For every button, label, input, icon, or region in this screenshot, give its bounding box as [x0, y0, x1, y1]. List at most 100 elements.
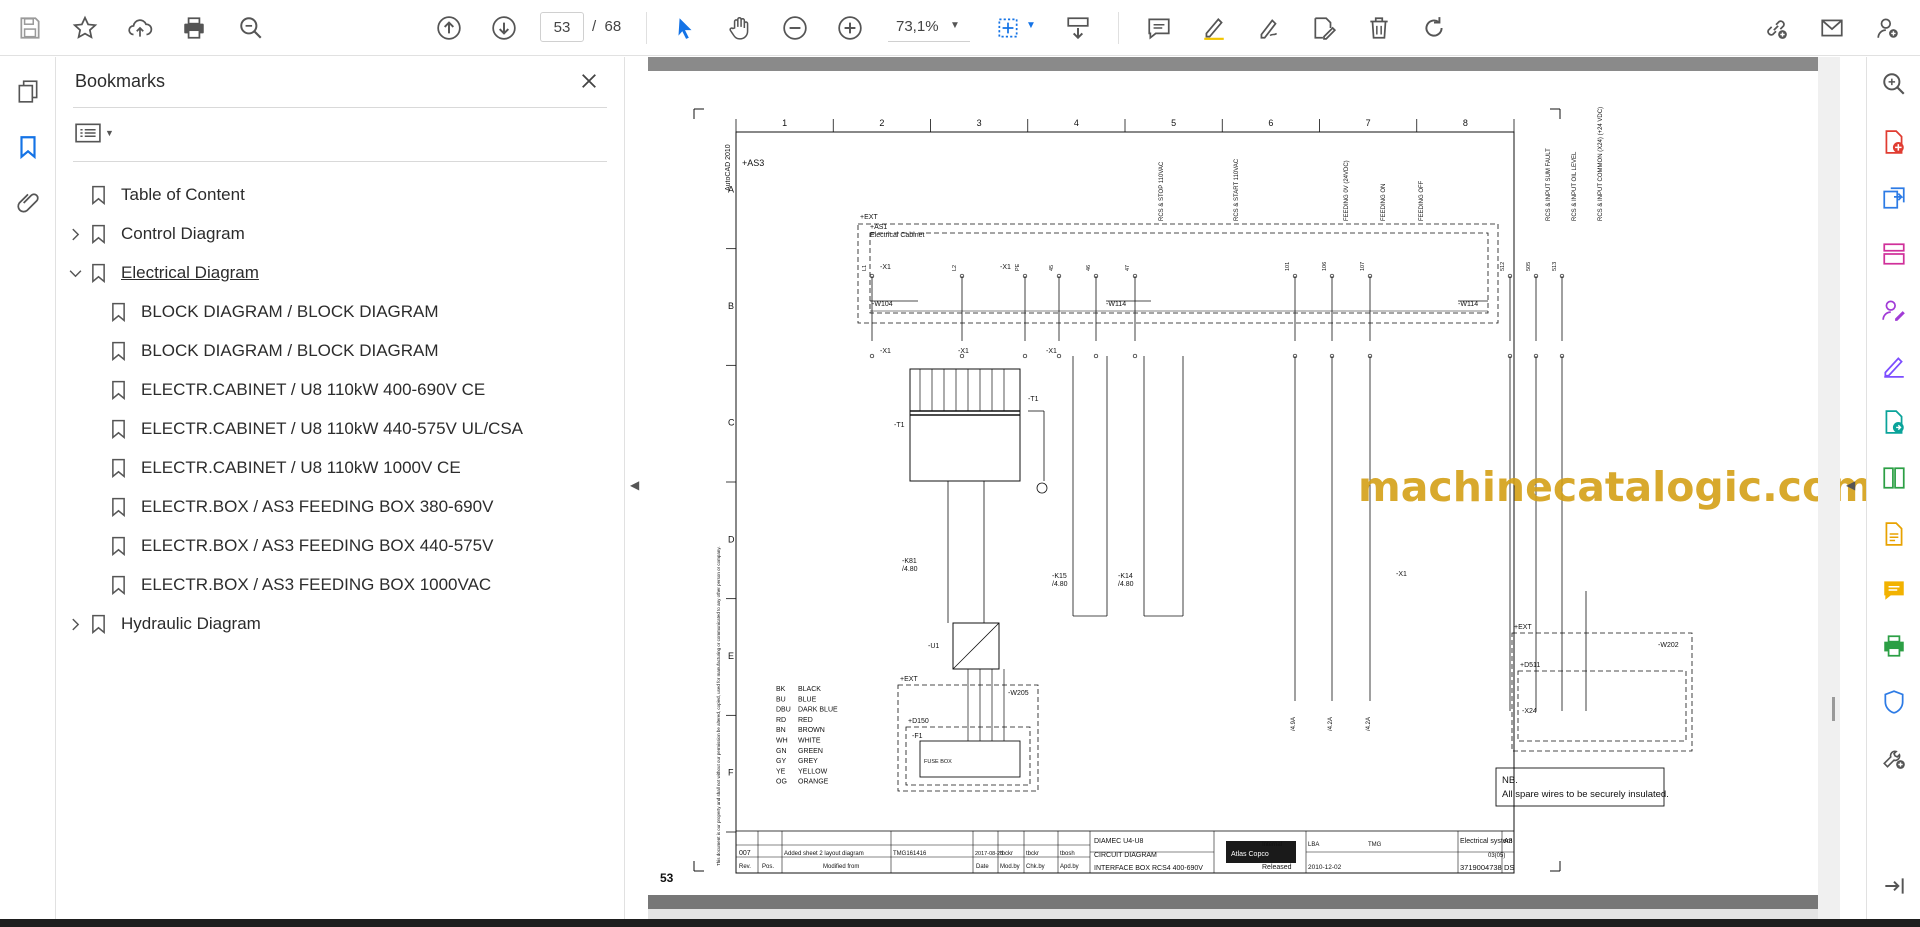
prev-page-icon[interactable]	[431, 10, 467, 46]
legend-code: YE	[776, 768, 786, 775]
rotate-icon[interactable]	[1416, 10, 1452, 46]
column-number: 1	[782, 118, 787, 128]
schematic-text: +EXT	[900, 676, 918, 683]
bookmark-item[interactable]: Table of Content	[65, 179, 245, 211]
collapse-left-panel-icon[interactable]: ◀	[630, 478, 639, 492]
bookmark-label: ELECTR.BOX / AS3 FEEDING BOX 440-575V	[141, 536, 494, 555]
search-zoom-icon[interactable]	[1879, 69, 1909, 99]
schematic-text: +D511	[1520, 662, 1540, 669]
attachments-icon[interactable]	[12, 187, 44, 219]
schematic-text: -K14	[1118, 573, 1133, 580]
upload-cloud-icon[interactable]	[122, 10, 158, 46]
bookmark-item[interactable]: ELECTR.CABINET / U8 110kW 440-575V UL/CS…	[85, 413, 523, 445]
star-icon[interactable]	[67, 10, 103, 46]
chevron-down-icon[interactable]	[65, 269, 85, 278]
legend-name: BLACK	[798, 686, 821, 693]
bookmark-panel-icon[interactable]	[12, 131, 44, 163]
schematic-text: INTERFACE BOX RCS4 400-690V	[1094, 865, 1203, 872]
scrollbar-thumb[interactable]	[1832, 697, 1835, 721]
schematic-text: -W205	[1008, 690, 1029, 697]
comment-icon[interactable]	[1141, 10, 1177, 46]
hand-tool-icon[interactable]	[722, 10, 758, 46]
fit-page-icon[interactable]	[990, 10, 1026, 46]
compare-files-icon[interactable]	[1879, 463, 1909, 493]
schematic-text: Internal	[1262, 842, 1282, 848]
terminal	[1056, 353, 1062, 359]
fit-chevron-icon[interactable]: ▼	[1026, 20, 1036, 31]
page-thumbnails-icon[interactable]	[12, 75, 44, 107]
edit-text-icon[interactable]	[1306, 10, 1342, 46]
bookmark-label: Table of Content	[121, 185, 245, 204]
pdf-page: 1 2 3 4 5 6 7 8 A B C D E F AutoCAD 2010 +AS3 +EXT +AS1 El…	[648, 71, 1873, 909]
save-icon[interactable]	[12, 10, 48, 46]
vertical-scrollbar[interactable]	[1818, 57, 1840, 919]
cabinet-inner-box	[869, 232, 1489, 314]
zoom-search-icon[interactable]	[233, 10, 269, 46]
bookmark-item[interactable]: Hydraulic Diagram	[65, 608, 261, 640]
bookmark-icon	[105, 497, 131, 517]
add-comment-icon[interactable]	[1879, 575, 1909, 605]
bookmark-item[interactable]: BLOCK DIAGRAM / BLOCK DIAGRAM	[85, 335, 439, 367]
bookmark-icon	[105, 341, 131, 361]
user-account-icon[interactable]	[1870, 10, 1906, 46]
list-options-icon	[75, 123, 101, 143]
more-tools-icon[interactable]	[1879, 743, 1909, 773]
legend-name: WHITE	[798, 738, 821, 745]
watermark-text: machinecatalogic.com	[1358, 463, 1873, 511]
chevron-right-icon[interactable]	[65, 228, 85, 241]
bookmark-item[interactable]: ELECTR.BOX / AS3 FEEDING BOX 380-690V	[85, 491, 493, 523]
chevron-down-icon[interactable]: ▼	[950, 20, 960, 31]
request-signature-icon[interactable]	[1879, 295, 1909, 325]
zoom-out-icon[interactable]	[777, 10, 813, 46]
bookmark-item[interactable]: ELECTR.BOX / AS3 FEEDING BOX 1000VAC	[85, 569, 491, 601]
bookmark-item[interactable]: BLOCK DIAGRAM / BLOCK DIAGRAM	[85, 296, 439, 328]
fill-sign-icon[interactable]	[1879, 351, 1909, 381]
scroll-mode-icon[interactable]	[1060, 10, 1096, 46]
legend-name: GREEN	[798, 748, 823, 755]
print-icon[interactable]	[176, 10, 212, 46]
print-production-icon[interactable]	[1879, 631, 1909, 661]
expand-panel-icon[interactable]	[1879, 871, 1909, 901]
send-for-review-icon[interactable]	[1879, 407, 1909, 437]
export-pdf-icon[interactable]	[1879, 183, 1909, 213]
bookmark-label: ELECTR.CABINET / U8 110kW 1000V CE	[141, 458, 461, 477]
schematic-text: Date	[976, 864, 989, 870]
select-cursor-icon[interactable]	[667, 10, 703, 46]
page-number-input[interactable]: 53	[540, 12, 584, 42]
schematic-text: A3	[1504, 838, 1513, 845]
bookmark-item[interactable]: Control Diagram	[65, 218, 245, 250]
highlight-icon[interactable]	[1196, 10, 1232, 46]
schematic-text: tbosh	[1060, 851, 1075, 857]
collapse-right-panel-icon[interactable]: ◀	[1846, 478, 1855, 492]
row-letter: C	[728, 418, 735, 428]
software-label: AutoCAD 2010	[725, 144, 732, 191]
next-page-icon[interactable]	[486, 10, 522, 46]
chevron-right-icon[interactable]	[65, 618, 85, 631]
left-nav-rail	[0, 57, 56, 919]
schematic-text: 2017-08-23	[975, 851, 1003, 857]
draw-pen-icon[interactable]	[1251, 10, 1287, 46]
taskbar-strip	[0, 919, 1920, 927]
document-viewer[interactable]: 1 2 3 4 5 6 7 8 A B C D E F AutoCAD 2010 +AS3 +EXT +AS1 El…	[648, 57, 1873, 919]
edit-pdf-icon[interactable]	[1879, 519, 1909, 549]
protect-shield-icon[interactable]	[1879, 687, 1909, 717]
schematic-text: Mod.by	[1000, 864, 1020, 870]
organize-pages-icon[interactable]	[1879, 239, 1909, 269]
bookmark-item[interactable]: Electrical Diagram	[65, 257, 259, 289]
schematic-text: -W104	[872, 301, 893, 308]
email-icon[interactable]	[1814, 10, 1850, 46]
close-icon[interactable]	[575, 67, 603, 95]
bookmark-item[interactable]: ELECTR.BOX / AS3 FEEDING BOX 440-575V	[85, 530, 493, 562]
bookmark-label: ELECTR.BOX / AS3 FEEDING BOX 380-690V	[141, 497, 494, 516]
create-pdf-icon[interactable]	[1879, 127, 1909, 157]
bookmark-item[interactable]: ELECTR.CABINET / U8 110kW 400-690V CE	[85, 374, 485, 406]
zoom-in-icon[interactable]	[832, 10, 868, 46]
location-label: +AS3	[742, 158, 764, 168]
brand-text: Atlas Copco	[1231, 851, 1269, 858]
bookmark-item[interactable]: ELECTR.CABINET / U8 110kW 1000V CE	[85, 452, 461, 484]
bookmark-options-button[interactable]: ▼	[75, 119, 121, 147]
column-number: 3	[977, 118, 982, 128]
delete-trash-icon[interactable]	[1361, 10, 1397, 46]
bookmark-icon	[85, 224, 111, 244]
share-link-icon[interactable]	[1758, 10, 1794, 46]
